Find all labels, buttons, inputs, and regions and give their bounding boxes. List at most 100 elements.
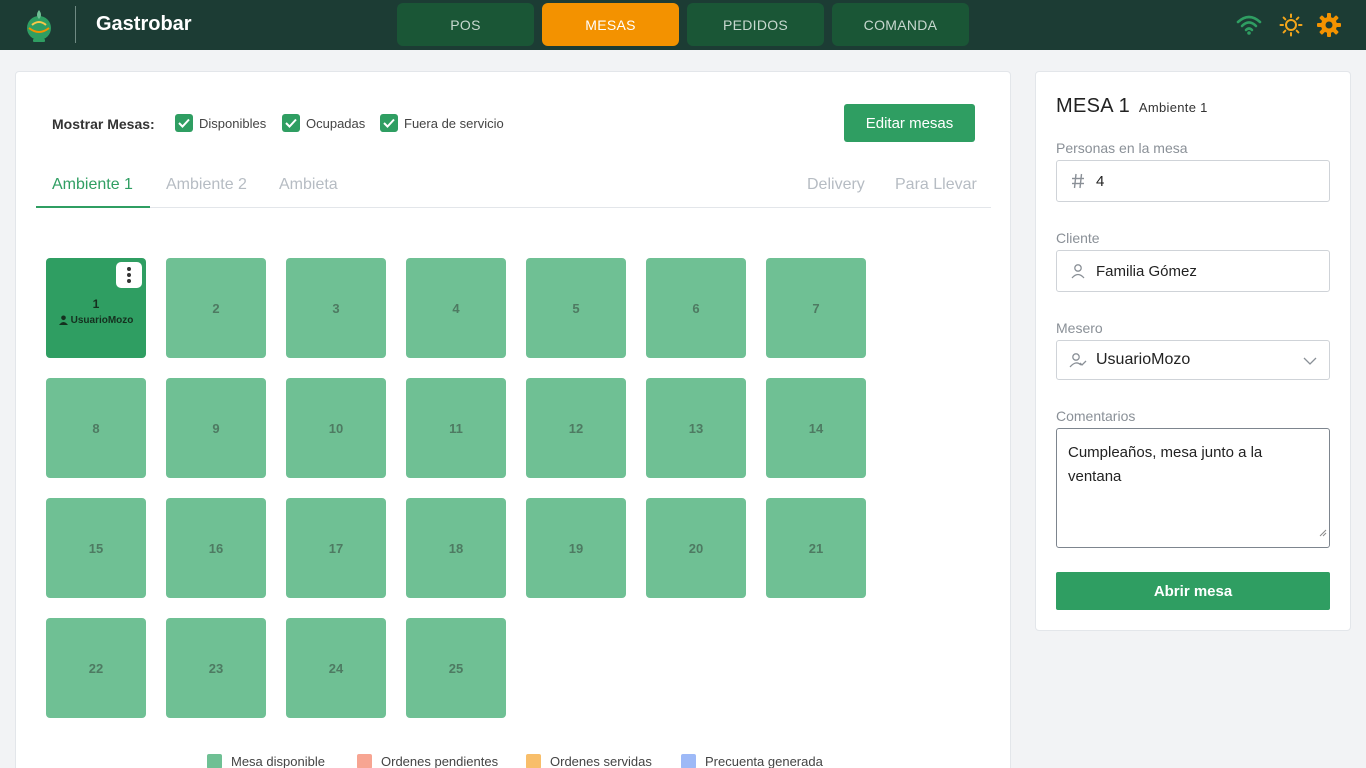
- user-check-icon: [1069, 351, 1087, 369]
- nav-tab-pedidos[interactable]: PEDIDOS: [687, 3, 824, 46]
- table-tile-4[interactable]: 4: [406, 258, 506, 358]
- top-bar: Gastrobar POS MESAS PEDIDOS COMANDA: [0, 0, 1366, 50]
- tabs-divider: [36, 207, 991, 208]
- table-number: 11: [449, 420, 463, 436]
- table-number: 23: [208, 660, 224, 676]
- filter-occupied-checkbox[interactable]: Ocupadas: [282, 114, 365, 132]
- table-number: 8: [92, 420, 100, 436]
- table-number: 25: [448, 660, 464, 676]
- comments-label: Comentarios: [1056, 408, 1136, 424]
- table-number: 20: [688, 540, 704, 556]
- table-tile-2[interactable]: 2: [166, 258, 266, 358]
- table-tile-24[interactable]: 24: [286, 618, 386, 718]
- table-number: 21: [808, 540, 824, 556]
- filter-available-label: Disponibles: [199, 115, 267, 131]
- legend-item: Precuenta generada: [681, 754, 823, 768]
- table-tile-7[interactable]: 7: [766, 258, 866, 358]
- table-tile-6[interactable]: 6: [646, 258, 746, 358]
- table-tile-18[interactable]: 18: [406, 498, 506, 598]
- nav-tab-mesas[interactable]: MESAS: [542, 3, 679, 46]
- check-icon: [380, 114, 398, 132]
- waiter-label: Mesero: [1056, 320, 1103, 336]
- table-number: 13: [688, 420, 704, 436]
- logo-divider: [75, 6, 76, 43]
- table-number: 19: [568, 540, 584, 556]
- filter-occupied-label: Ocupadas: [306, 115, 366, 131]
- resize-handle-icon[interactable]: [1319, 521, 1327, 545]
- check-icon: [175, 114, 193, 132]
- active-tab-indicator: [36, 206, 150, 208]
- table-tile-17[interactable]: 17: [286, 498, 386, 598]
- table-number: 1: [92, 296, 100, 311]
- legend-label: Ordenes servidas: [550, 754, 652, 768]
- table-detail-panel: MESA 1 Ambiente 1 Personas en la mesa 4 …: [1035, 71, 1351, 631]
- tab-ambiente-1[interactable]: Ambiente 1: [52, 176, 133, 194]
- table-number: 15: [88, 540, 104, 556]
- table-tile-11[interactable]: 11: [406, 378, 506, 478]
- people-input[interactable]: 4: [1056, 160, 1330, 202]
- table-number: 4: [452, 300, 460, 316]
- tab-ambieta[interactable]: Ambieta: [279, 176, 338, 194]
- table-tile-3[interactable]: 3: [286, 258, 386, 358]
- sun-icon[interactable]: [1277, 11, 1305, 39]
- filter-available-checkbox[interactable]: Disponibles: [175, 114, 266, 132]
- legend-label: Mesa disponible: [231, 754, 325, 768]
- table-tile-8[interactable]: 8: [46, 378, 146, 478]
- open-table-button[interactable]: Abrir mesa: [1056, 572, 1330, 610]
- edit-tables-button[interactable]: Editar mesas: [844, 104, 975, 142]
- nav-tab-pos[interactable]: POS: [397, 3, 534, 46]
- table-number: 7: [812, 300, 820, 316]
- client-input[interactable]: Familia Gómez: [1056, 250, 1330, 292]
- legend-item: Ordenes servidas: [526, 754, 652, 768]
- table-number: 22: [88, 660, 104, 676]
- comments-textarea[interactable]: Cumpleaños, mesa junto a la ventana: [1056, 428, 1330, 548]
- table-tile-20[interactable]: 20: [646, 498, 746, 598]
- table-tile-15[interactable]: 15: [46, 498, 146, 598]
- tab-para-llevar[interactable]: Para Llevar: [895, 176, 977, 194]
- brand-logo-icon: [27, 10, 51, 42]
- check-icon: [282, 114, 300, 132]
- waiter-value: UsuarioMozo: [1096, 351, 1191, 368]
- table-number: 14: [808, 420, 824, 436]
- table-menu-icon[interactable]: [116, 262, 142, 288]
- user-icon: [1069, 262, 1087, 280]
- table-tile-5[interactable]: 5: [526, 258, 626, 358]
- legend-label: Ordenes pendientes: [381, 754, 499, 768]
- client-label: Cliente: [1056, 230, 1100, 246]
- wifi-icon[interactable]: [1235, 11, 1263, 39]
- table-tile-19[interactable]: 19: [526, 498, 626, 598]
- table-number: 24: [328, 660, 344, 676]
- legend-item: Mesa disponible: [207, 754, 325, 768]
- show-tables-label: Mostrar Mesas:: [52, 116, 155, 132]
- table-tile-14[interactable]: 14: [766, 378, 866, 478]
- hash-icon: [1069, 172, 1087, 190]
- legend-swatch-served: [526, 754, 541, 768]
- tab-ambiente-2[interactable]: Ambiente 2: [166, 176, 247, 194]
- table-tile-16[interactable]: 16: [166, 498, 266, 598]
- table-tile-1[interactable]: 1 UsuarioMozo: [46, 258, 146, 358]
- gear-icon[interactable]: [1315, 11, 1343, 39]
- chevron-down-icon: [1303, 353, 1317, 371]
- filter-out-of-service-checkbox[interactable]: Fuera de servicio: [380, 114, 504, 132]
- panel-title: MESA 1 Ambiente 1: [1056, 95, 1208, 118]
- legend-label: Precuenta generada: [705, 754, 823, 768]
- table-tile-12[interactable]: 12: [526, 378, 626, 478]
- people-label: Personas en la mesa: [1056, 140, 1188, 156]
- brand-name: Gastrobar: [96, 13, 192, 35]
- waiter-select[interactable]: UsuarioMozo: [1056, 340, 1330, 380]
- table-number: 12: [568, 420, 584, 436]
- table-tile-25[interactable]: 25: [406, 618, 506, 718]
- table-tile-10[interactable]: 10: [286, 378, 386, 478]
- panel-area-name: Ambiente 1: [1138, 100, 1208, 115]
- table-tile-22[interactable]: 22: [46, 618, 146, 718]
- table-waiter-name: UsuarioMozo: [70, 314, 134, 326]
- filter-out-of-service-label: Fuera de servicio: [404, 115, 504, 131]
- tab-delivery[interactable]: Delivery: [807, 176, 865, 194]
- nav-tab-comanda[interactable]: COMANDA: [832, 3, 969, 46]
- table-tile-23[interactable]: 23: [166, 618, 266, 718]
- table-tile-21[interactable]: 21: [766, 498, 866, 598]
- panel-table-name: MESA 1: [1056, 95, 1131, 117]
- table-tile-13[interactable]: 13: [646, 378, 746, 478]
- table-number: 3: [332, 300, 340, 316]
- table-tile-9[interactable]: 9: [166, 378, 266, 478]
